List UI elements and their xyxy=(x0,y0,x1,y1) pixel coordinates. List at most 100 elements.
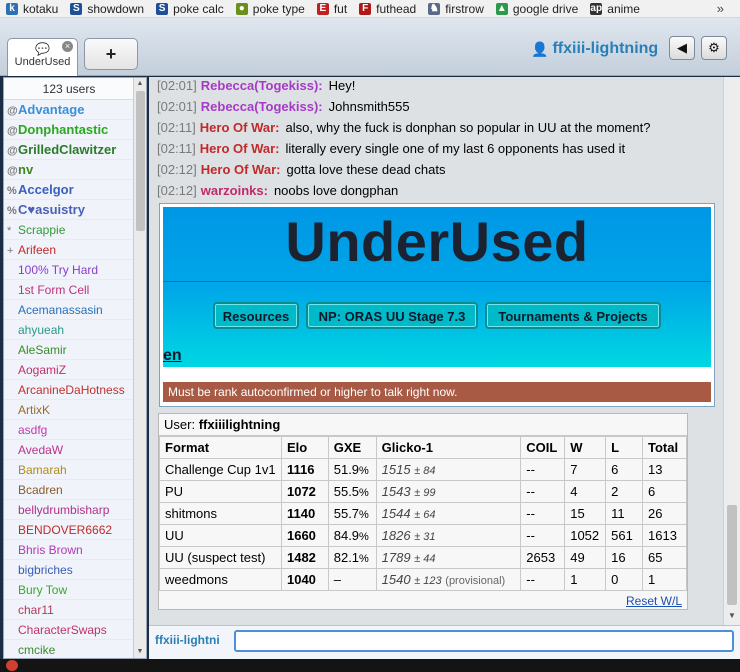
wins-cell: 7 xyxy=(564,458,607,481)
message-author[interactable]: Hero Of War: xyxy=(201,162,281,177)
bookmark-showdown[interactable]: Sshowdown xyxy=(64,0,150,18)
coil-cell: 2653 xyxy=(520,546,566,569)
bookmark-fut[interactable]: Efut xyxy=(311,0,353,18)
user-rank: % xyxy=(7,185,17,197)
user-list-item[interactable]: %C♥asuistry xyxy=(4,200,134,220)
scroll-thumb[interactable] xyxy=(727,505,737,605)
user-list-item[interactable]: @Donphantastic xyxy=(4,120,134,140)
user-list-item[interactable]: AleSamir xyxy=(4,340,134,360)
user-list-item[interactable]: ArcanineDaHotness xyxy=(4,380,134,400)
user-list-item[interactable]: Acemanassasin xyxy=(4,300,134,320)
user-list-item[interactable]: @GrilledClawitzer xyxy=(4,140,134,160)
user-list-item[interactable]: asdfg xyxy=(4,420,134,440)
user-name: Bury Tow xyxy=(18,583,68,597)
elo-cell: 1482 xyxy=(280,546,329,569)
wins-cell: 1052 xyxy=(564,524,607,547)
reset-wl-link[interactable]: Reset W/L xyxy=(626,594,682,608)
user-list-item[interactable]: AvedaW xyxy=(4,440,134,460)
message-author[interactable]: warzoinks: xyxy=(201,183,268,198)
add-tab-button[interactable]: + xyxy=(84,38,138,70)
glicko-deviation: ± 99 xyxy=(414,487,436,499)
user-list-item[interactable]: @Advantage xyxy=(4,100,134,120)
user-list-item[interactable]: CharacterSwaps xyxy=(4,620,134,640)
bookmark-label: anime xyxy=(607,1,640,16)
chat-input[interactable] xyxy=(234,630,734,652)
bookmark-kotaku[interactable]: k kotaku xyxy=(0,0,64,18)
taskbar xyxy=(0,659,740,672)
bookmark-futhead[interactable]: Ffuthead xyxy=(353,0,422,18)
resources-button[interactable]: Resources xyxy=(213,302,299,329)
language-link[interactable]: en xyxy=(163,347,182,365)
message-author[interactable]: Hero Of War: xyxy=(200,120,280,135)
user-list-item[interactable]: BENDOVER6662 xyxy=(4,520,134,540)
user-list-item[interactable]: + Arifeen xyxy=(4,240,134,260)
user-list-item[interactable]: Bury Tow xyxy=(4,580,134,600)
message-author[interactable]: Hero Of War: xyxy=(200,141,280,156)
user-list-item[interactable]: 100% Try Hard xyxy=(4,260,134,280)
banner-divider xyxy=(163,281,711,282)
user-list-item[interactable]: bellydrumbisharp xyxy=(4,500,134,520)
user-list-item[interactable]: 1st Form Cell xyxy=(4,280,134,300)
user-list-item[interactable]: * Scrappie xyxy=(4,220,134,240)
chat-scrollbar[interactable]: ▼ xyxy=(723,77,740,625)
total-cell: 1 xyxy=(642,568,687,591)
user-list-item[interactable]: Bcadren xyxy=(4,480,134,500)
user-name: Bamarah xyxy=(18,463,67,477)
total-cell: 6 xyxy=(642,480,687,503)
user-menu[interactable]: 👤 ffxiii-lightning xyxy=(531,38,658,60)
gxe-value: 55.5 xyxy=(333,484,360,499)
user-name: ArcanineDaHotness xyxy=(18,383,125,397)
chat-message: [02:01] Rebecca(Togekiss): Hey! xyxy=(157,77,355,96)
user-name: Bhris Brown xyxy=(18,543,83,557)
bookmark-poke-type[interactable]: ● poke type xyxy=(230,0,311,18)
message-author[interactable]: Rebecca(Togekiss): xyxy=(201,99,323,114)
message-author[interactable]: Rebecca(Togekiss): xyxy=(201,78,323,93)
format-cell: UU xyxy=(159,524,282,547)
scroll-down-icon[interactable]: ▼ xyxy=(134,646,146,658)
glicko-value: 1515 xyxy=(381,462,411,477)
scroll-down-icon[interactable]: ▼ xyxy=(724,611,740,623)
np-button[interactable]: NP: ORAS UU Stage 7.3 xyxy=(306,302,478,329)
more-bookmarks-icon[interactable]: » xyxy=(717,1,740,16)
scroll-thumb[interactable] xyxy=(136,91,145,231)
user-list-item[interactable]: AogamiZ xyxy=(4,360,134,380)
bookmark-google-drive[interactable]: ▲ google drive xyxy=(490,0,584,18)
user-list-item[interactable]: ahyueah xyxy=(4,320,134,340)
bookmark-anime[interactable]: ap anime xyxy=(584,0,646,18)
rank-user-name[interactable]: ffxiiilightning xyxy=(199,417,281,432)
user-count[interactable]: 123 users xyxy=(4,78,134,100)
message-text: literally every single one of my last 6 … xyxy=(285,141,626,156)
bookmark-label: firstrow xyxy=(445,1,484,16)
user-list-item[interactable]: cmcike xyxy=(4,640,134,658)
gxe-cell: 82.1% xyxy=(327,546,377,569)
userlist-scrollbar[interactable]: ▲ ▼ xyxy=(133,78,146,658)
losses-cell: 0 xyxy=(605,568,644,591)
user-list-item[interactable]: %Accelgor xyxy=(4,180,134,200)
user-list-item[interactable]: char11 xyxy=(4,600,134,620)
bookmark-firstrow[interactable]: ♞ firstrow xyxy=(422,0,490,18)
close-icon[interactable]: × xyxy=(62,41,73,52)
user-list-item[interactable]: Bamarah xyxy=(4,460,134,480)
tab-underused[interactable]: 💬 × UnderUsed xyxy=(7,38,78,76)
user-list-item[interactable]: @nv xyxy=(4,160,134,180)
format-cell: PU xyxy=(159,480,282,503)
start-icon[interactable] xyxy=(6,660,18,671)
poke-calc-icon: S xyxy=(156,2,169,15)
user-list-item[interactable]: bigbriches xyxy=(4,560,134,580)
bookmark-label: kotaku xyxy=(23,1,59,16)
gxe-cell: – xyxy=(327,568,377,591)
tournaments-button[interactable]: Tournaments & Projects xyxy=(485,302,661,329)
settings-button[interactable]: ⚙ xyxy=(701,36,727,60)
user-name: Accelgor xyxy=(18,182,74,197)
bookmark-label: poke calc xyxy=(173,1,224,16)
rank-warning: Must be rank autoconfirmed or higher to … xyxy=(163,382,711,402)
glicko-deviation: ± 31 xyxy=(414,531,436,543)
user-list-item[interactable]: ArtixK xyxy=(4,400,134,420)
sound-button[interactable]: ◀ xyxy=(669,36,695,60)
user-name: BENDOVER6662 xyxy=(18,523,113,537)
bookmark-poke-calc[interactable]: Spoke calc xyxy=(150,0,230,18)
glicko-cell: 1540 ± 123 (provisional) xyxy=(375,568,522,591)
user-list-item[interactable]: Bhris Brown xyxy=(4,540,134,560)
message-timestamp: [02:12] xyxy=(157,162,197,177)
scroll-up-icon[interactable]: ▲ xyxy=(134,78,146,90)
